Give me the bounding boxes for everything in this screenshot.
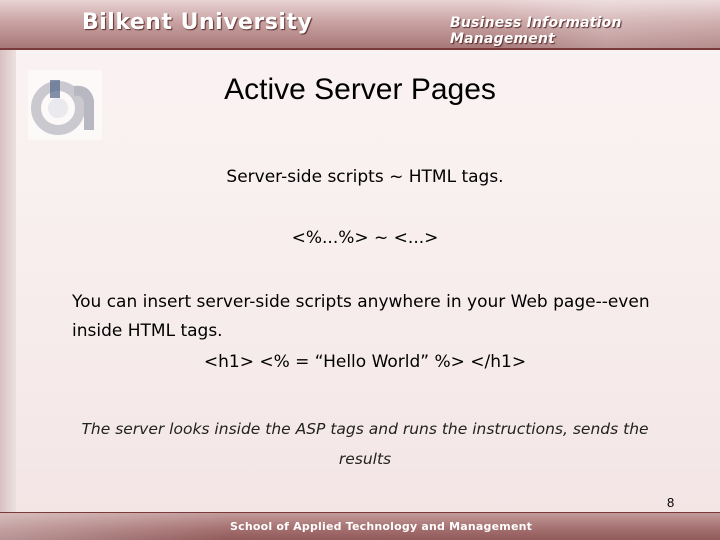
left-decoration [0,50,16,512]
insert-scripts-paragraph: You can insert server-side scripts anywh… [72,292,650,341]
html-close-tag: </h1> [464,352,527,372]
footer-banner: School of Applied Technology and Managem… [0,512,720,540]
footer-texture [0,513,230,540]
page-number: 8 [667,495,675,510]
code-example: <h1> <% = “Hello World” %> </h1> [0,352,720,372]
server-note: The server looks inside the ASP tags and… [81,420,649,468]
tag-syntax-line: <%...%> ~ <...> [291,228,439,248]
header-banner: Bilkent University Business Information … [0,0,720,50]
slide-title: Active Server Pages [224,73,496,106]
department-name: Business Information Management [450,15,622,47]
school-name: School of Applied Technology and Managem… [230,520,533,533]
slide: Bilkent University Business Information … [0,0,720,540]
server-side-scripts-line: Server-side scripts ~ HTML tags. [226,167,504,187]
university-name: Bilkent University [82,10,313,35]
asp-expression: <% = “Hello World” %> [259,352,465,372]
html-open-tag: <h1> [203,352,260,372]
